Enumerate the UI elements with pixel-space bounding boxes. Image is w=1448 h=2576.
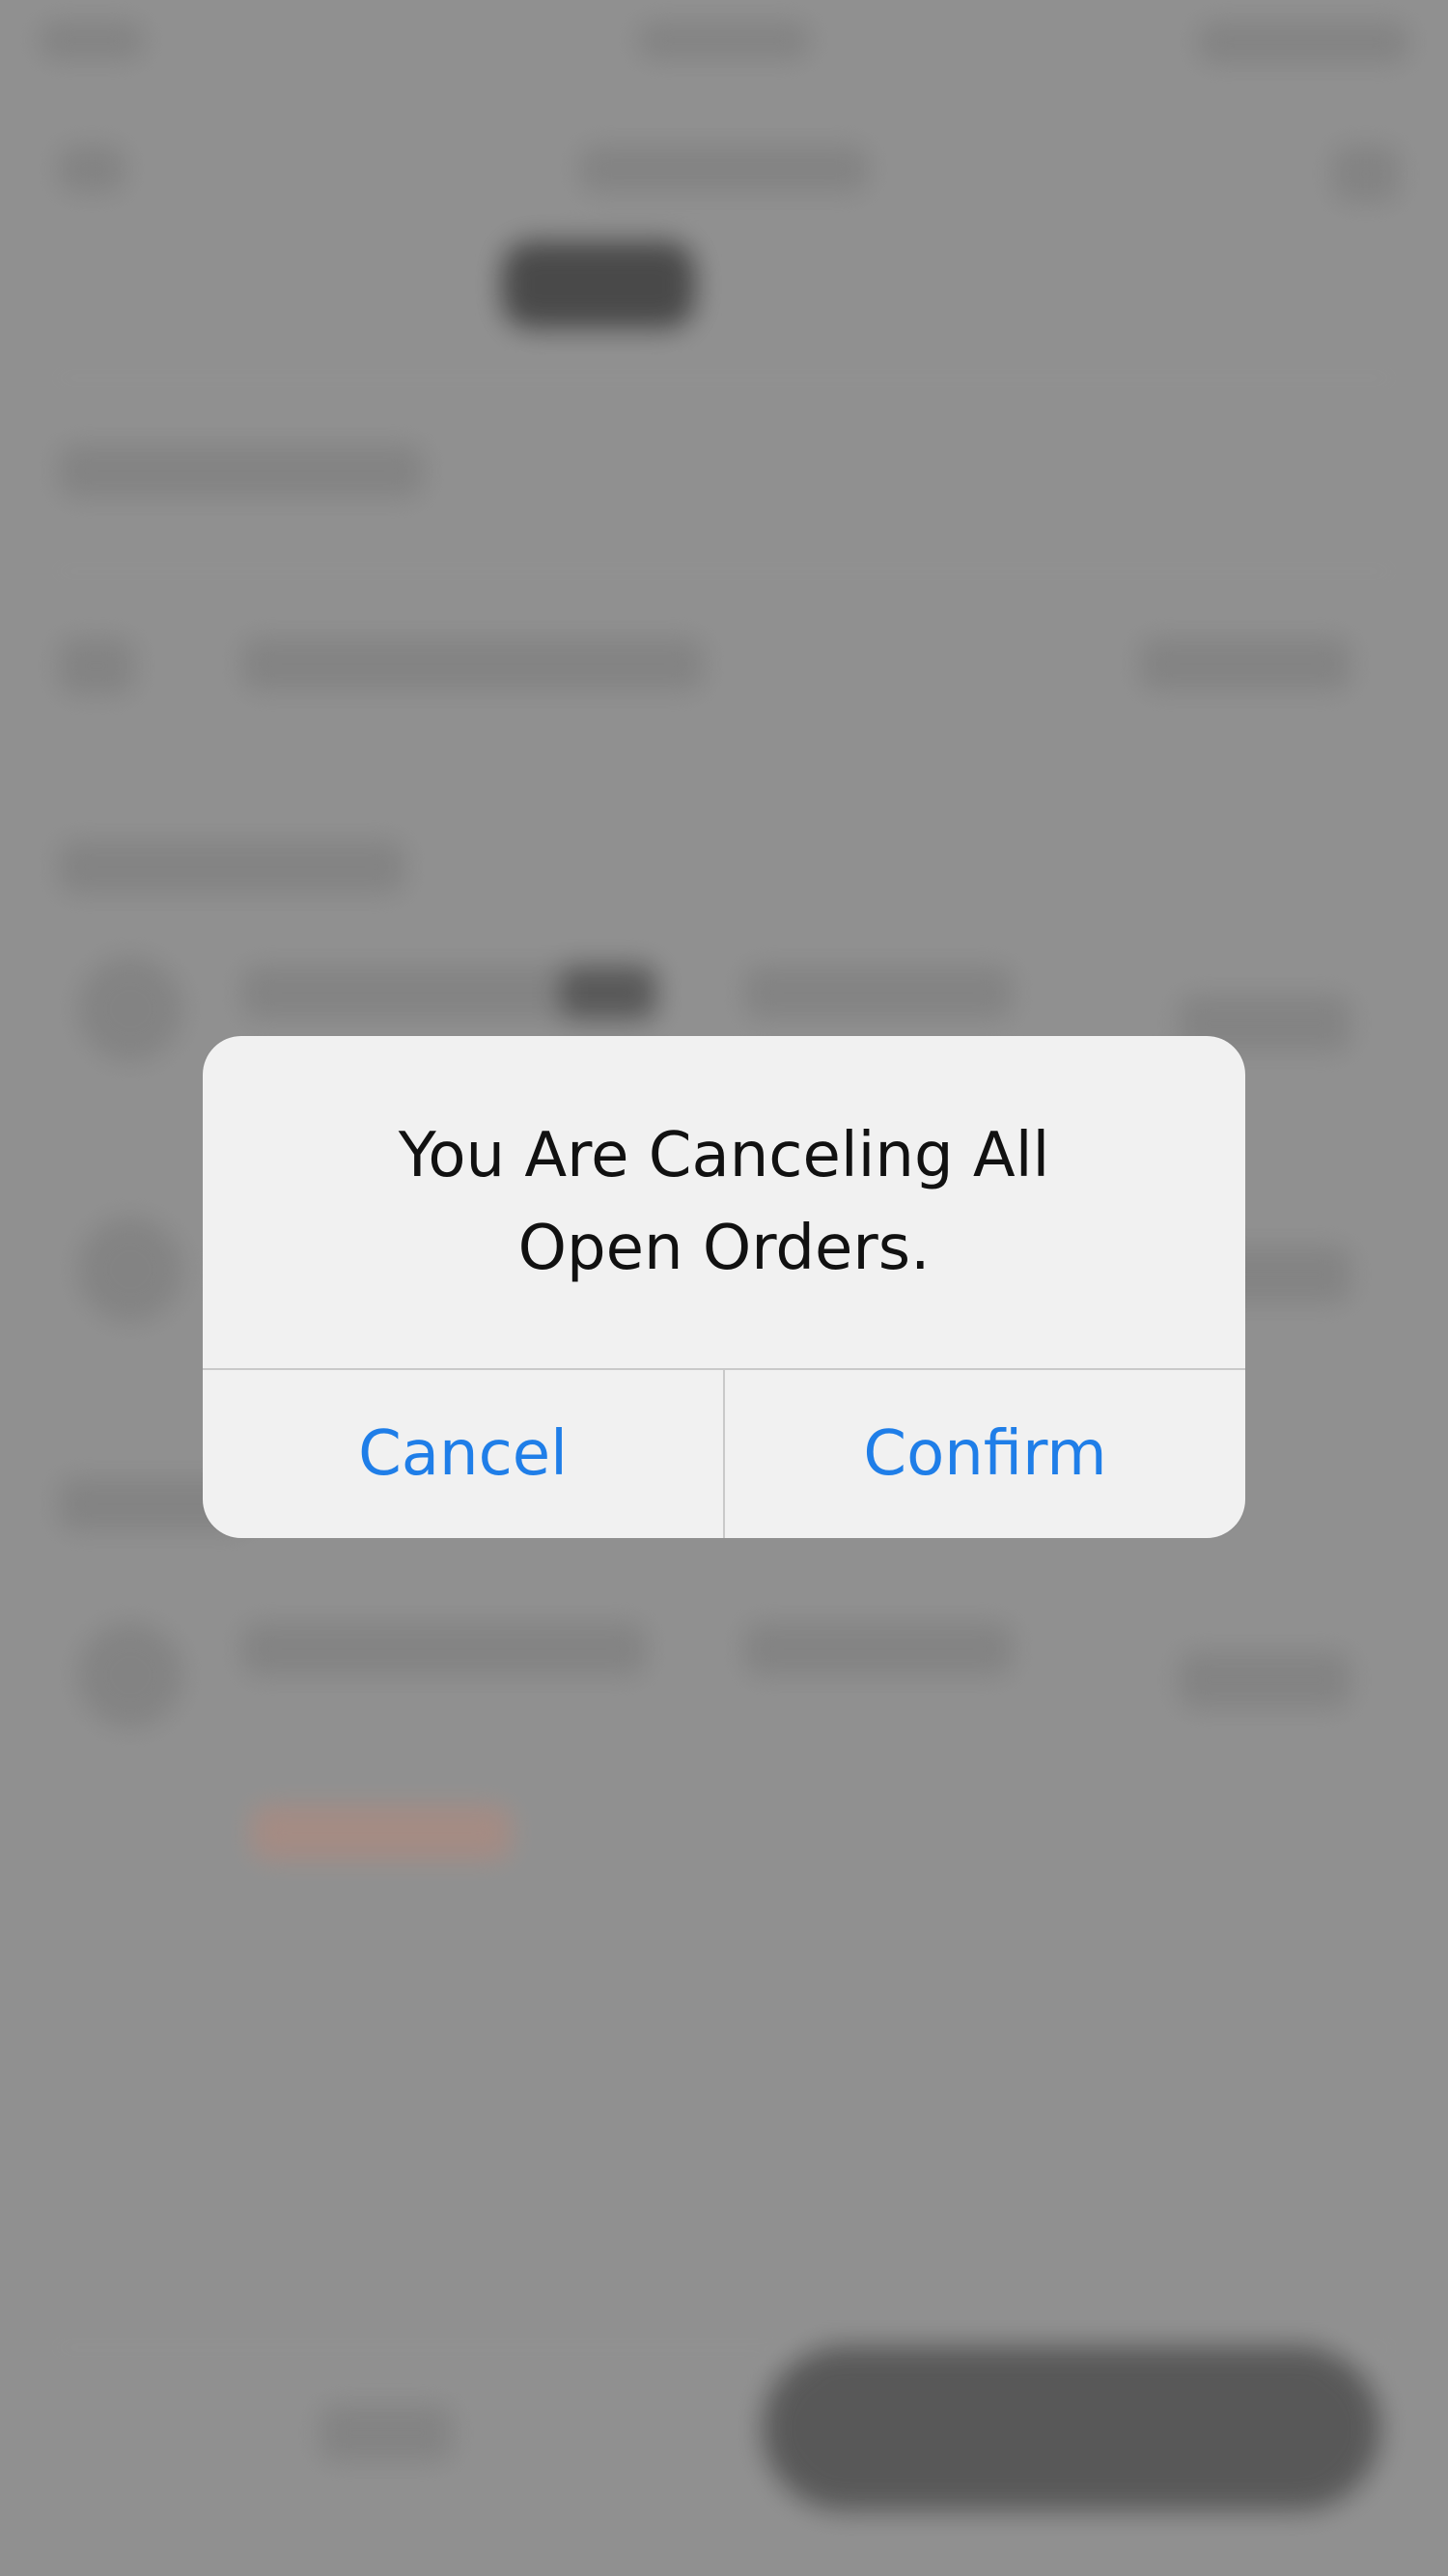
screen: You Are Canceling All Open Orders. Cance… xyxy=(0,0,1448,2576)
cancel-orders-dialog: You Are Canceling All Open Orders. Cance… xyxy=(203,1036,1245,1538)
cancel-button[interactable]: Cancel xyxy=(203,1370,723,1538)
dialog-message-line-2: Open Orders. xyxy=(517,1213,931,1284)
dialog-message-line-1: You Are Canceling All xyxy=(398,1120,1050,1191)
dialog-actions: Cancel Confirm xyxy=(203,1370,1245,1538)
confirm-button[interactable]: Confirm xyxy=(725,1370,1245,1538)
dialog-message: You Are Canceling All Open Orders. xyxy=(203,1036,1245,1368)
